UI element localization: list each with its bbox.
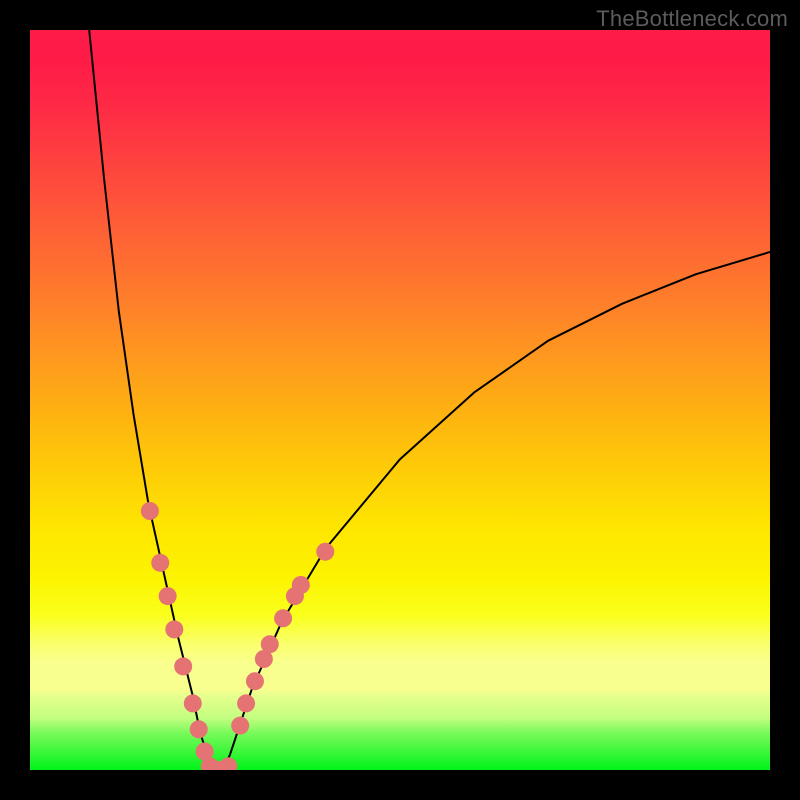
plot-area — [30, 30, 770, 770]
data-marker — [246, 672, 264, 690]
data-marker — [316, 543, 334, 561]
data-marker — [190, 720, 208, 738]
data-marker — [165, 620, 183, 638]
curve-layer — [89, 30, 770, 770]
bottleneck-curve — [89, 30, 770, 770]
data-marker — [292, 576, 310, 594]
data-marker — [174, 657, 192, 675]
data-marker — [141, 502, 159, 520]
data-marker — [231, 717, 249, 735]
data-marker — [237, 694, 255, 712]
data-marker — [274, 609, 292, 627]
attribution-text: TheBottleneck.com — [596, 6, 788, 32]
data-marker — [261, 635, 279, 653]
data-marker — [159, 587, 177, 605]
data-marker — [184, 694, 202, 712]
marker-layer — [141, 502, 334, 770]
data-marker — [151, 554, 169, 572]
data-marker — [219, 757, 237, 770]
chart-frame: TheBottleneck.com — [0, 0, 800, 800]
chart-svg — [30, 30, 770, 770]
